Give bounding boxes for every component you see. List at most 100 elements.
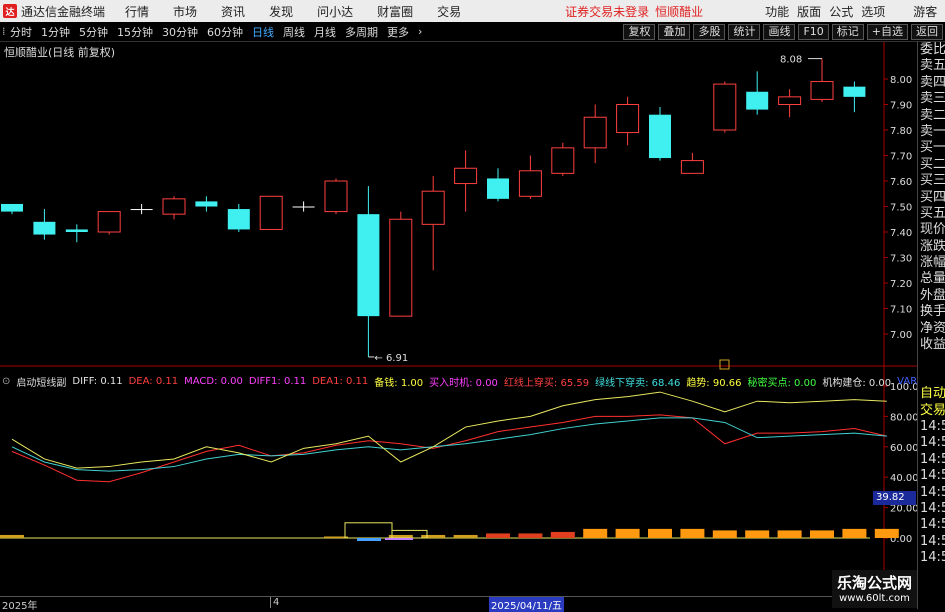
price-tick-label: 7.80: [890, 126, 912, 137]
multi-stock-button[interactable]: 多股: [693, 23, 726, 40]
histogram-bar: [583, 528, 608, 538]
histogram-bar: [745, 530, 770, 538]
side-panel-item-13: 涨幅: [920, 255, 945, 271]
candle-body: [454, 167, 478, 185]
side-panel-item-4: 卖二: [920, 107, 945, 123]
indicator-item-6: 买入时机: 0.00: [429, 377, 498, 389]
indicator-value-badge: 39.82: [873, 491, 916, 505]
tf-intraday[interactable]: 分时: [10, 24, 32, 40]
candle-body: [292, 206, 315, 208]
side-panel-item-2: 卖四: [920, 74, 945, 90]
chevron-right-icon[interactable]: ›: [418, 25, 422, 38]
date-axis-year: 2025年: [2, 601, 38, 612]
menu-quotes[interactable]: 行情: [125, 3, 149, 20]
tf-monthly[interactable]: 月线: [314, 24, 336, 40]
histogram-bar: [874, 528, 899, 538]
trade-login-warning[interactable]: 证券交易未登录: [565, 3, 649, 20]
red-line: [11, 414, 887, 483]
signal-bar: [385, 538, 413, 540]
tf-multi[interactable]: 多周期: [345, 24, 378, 40]
adjust-button[interactable]: 复权: [623, 23, 656, 40]
side-panel-item-21[interactable]: 自动: [918, 386, 945, 402]
candle-body: [324, 180, 348, 213]
watermark: 乐淘公式网 www.60lt.com: [832, 570, 917, 608]
draw-button[interactable]: 画线: [763, 23, 796, 40]
watermark-title: 乐淘公式网: [836, 574, 912, 592]
kline-chart[interactable]: 8.00 7.90 7.80 7.70 7.60 7.50 7.40 7.30 7.20 7.10…: [0, 42, 917, 596]
menu-formula[interactable]: 公式: [829, 3, 853, 20]
price-tick-label: 7.60: [890, 177, 912, 188]
histogram-bar: [0, 534, 24, 538]
low-label: ← 6.91: [374, 353, 408, 364]
side-panel-item-9: 买四: [920, 189, 945, 205]
side-panel-item-22[interactable]: 交易: [918, 403, 945, 419]
histogram-bar: [453, 534, 478, 538]
menu-news[interactable]: 资讯: [221, 3, 245, 20]
menu-options[interactable]: 选项: [861, 3, 885, 20]
marker-icon: [719, 359, 730, 370]
indicator-name[interactable]: 启动短线副: [16, 374, 66, 389]
price-tick-label: 7.30: [890, 254, 912, 265]
histogram-bar: [648, 528, 672, 538]
back-button[interactable]: 返回: [911, 23, 943, 40]
side-panel-item-29: 14:56: [920, 517, 945, 533]
side-panel-item-24: 14:56: [920, 435, 945, 451]
tf-more[interactable]: 更多: [387, 24, 409, 40]
stats-button[interactable]: 统计: [728, 23, 761, 40]
ind-tick-label: 20.00: [890, 504, 917, 515]
price-tick-label: 7.40: [890, 228, 912, 239]
menu-trade[interactable]: 交易: [437, 3, 461, 20]
side-panel-item-14: 总量: [920, 271, 945, 287]
histogram-bar: [550, 531, 575, 538]
watermark-url: www.60lt.com: [839, 593, 910, 604]
guest-label[interactable]: 游客: [913, 3, 937, 20]
high-label: 8.08: [780, 55, 802, 66]
mark-button[interactable]: 标记: [831, 23, 864, 40]
menu-function[interactable]: 功能: [765, 3, 789, 20]
toolbar-grip-icon: ⁞: [2, 25, 6, 38]
ind-tick-label: 60.00: [890, 443, 917, 454]
side-panel-item-25: 14:56: [920, 451, 945, 467]
tf-daily[interactable]: 日线: [252, 24, 274, 40]
period-toolbar: ⁞ 分时 1分钟 5分钟 15分钟 30分钟 60分钟 日线 周线 月线 多周期…: [0, 22, 945, 42]
candle-body: [65, 229, 88, 232]
candle-body: [1, 203, 23, 212]
tf-15min[interactable]: 15分钟: [117, 24, 153, 40]
candle-body: [680, 160, 704, 174]
side-panel-item-31: 14:56: [920, 550, 945, 566]
tf-5min[interactable]: 5分钟: [79, 24, 108, 40]
indicator-item-8: 绿线下穿卖: 68.46: [595, 377, 681, 389]
add-watchlist-button[interactable]: +自选: [866, 23, 908, 40]
side-panel-item-3: 卖三: [920, 91, 945, 107]
tf-weekly[interactable]: 周线: [283, 24, 305, 40]
indicator-item-2: MACD: 0.00: [184, 375, 243, 387]
tf-30min[interactable]: 30分钟: [162, 24, 198, 40]
indicator-item-9: 趋势: 90.66: [686, 377, 742, 389]
side-panel-item-18: 收益: [920, 337, 945, 353]
f10-button[interactable]: F10: [798, 23, 829, 40]
price-tick-label: 7.70: [890, 152, 912, 163]
indicator-legend: ⊙ 启动短线副 DIFF: 0.11 DEA: 0.11 MACD: 0.00 DIF…: [2, 374, 945, 389]
side-panel-item-1: 卖五: [920, 58, 945, 74]
tf-1min[interactable]: 1分钟: [41, 24, 70, 40]
menu-discover[interactable]: 发现: [269, 3, 293, 20]
overlay-button[interactable]: 叠加: [658, 23, 691, 40]
price-tick-label: 7.00: [890, 330, 912, 341]
indicator-item-1: DEA: 0.11: [128, 375, 179, 387]
top-menu-bar: 达 通达信金融终端 行情 市场 资讯 发现 问小达 财富圈 交易 证券交易未登录…: [0, 0, 945, 22]
stock-name: 恒顺醋业: [655, 4, 704, 19]
side-panel-item-12: 涨跌: [920, 238, 945, 254]
indicator-item-3: DIFF1: 0.11: [248, 375, 307, 387]
menu-layout[interactable]: 版面: [797, 3, 821, 20]
menu-wealth[interactable]: 财富圈: [377, 3, 413, 20]
menu-market[interactable]: 市场: [173, 3, 197, 20]
date-axis-month: 4: [270, 597, 279, 608]
candle-body: [421, 190, 445, 225]
side-panel-item-27: 14:56: [920, 484, 945, 500]
menu-ask[interactable]: 问小达: [317, 3, 353, 20]
indicator-settings-icon[interactable]: ⊙: [2, 376, 10, 387]
side-panel-item-8: 买三: [920, 173, 945, 189]
candle-body: [227, 209, 250, 230]
tf-60min[interactable]: 60分钟: [207, 24, 243, 40]
indicator-item-7: 红线上穿买: 65.59: [503, 377, 590, 389]
